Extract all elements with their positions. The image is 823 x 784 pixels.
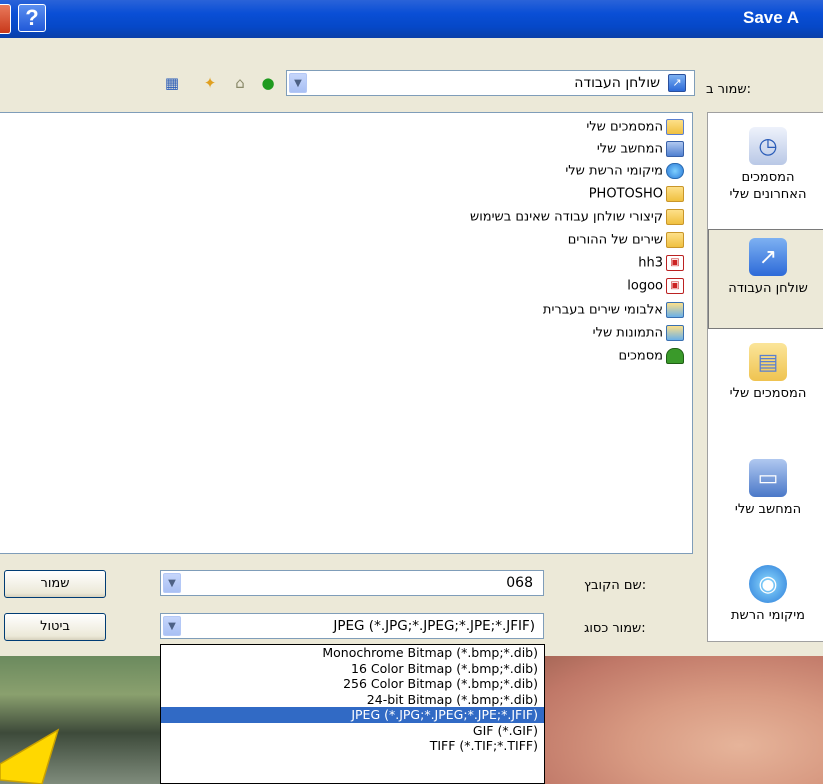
album-shortcut-icon [666, 325, 684, 341]
save-as-type-combo[interactable]: ▼ JPEG (*.JPG;*.JPEG;*.JPE;*.JFIF) [160, 613, 544, 639]
file-name-label: שם הקובץ: [584, 578, 647, 593]
pointer-arrow-icon [0, 728, 60, 784]
background-photo-right [545, 656, 823, 784]
list-item[interactable]: מסמכים [618, 348, 684, 368]
list-item[interactable]: התמונות שלי [593, 325, 684, 345]
place-network-label: מיקומי הרשת [731, 608, 805, 623]
view-menu-icon[interactable]: ▦ [162, 74, 182, 92]
place-recent-label-2: האחרונים שלי [729, 187, 807, 202]
place-desktop[interactable]: ↗ שולחן העבודה [708, 229, 823, 329]
save-in-label: שמור ב: [706, 82, 751, 97]
chevron-down-icon[interactable]: ▼ [163, 616, 181, 636]
list-item-label: אלבומי שירים בעברית [542, 302, 663, 318]
list-item-label: המחשב שלי [596, 141, 663, 157]
desktop-icon: ↗ [749, 238, 787, 276]
list-item[interactable]: קיצורי שולחן עבודה שאינם בשימוש [470, 209, 684, 229]
cancel-button[interactable]: ביטול [4, 613, 106, 641]
up-folder-icon[interactable]: ⌂ [230, 74, 250, 92]
title-bar: ? Save A [0, 0, 823, 39]
list-item-label: PHOTOSHO [588, 186, 663, 202]
place-desktop-label: שולחן העבודה [728, 281, 808, 296]
list-item-label: מיקומי הרשת שלי [565, 163, 663, 179]
new-folder-icon[interactable]: ✦ [200, 74, 220, 92]
places-bar: ◷ המסמכים האחרונים שלי ↗ שולחן העבודה ▤ … [707, 112, 823, 642]
dropdown-option[interactable]: 16 Color Bitmap (*.bmp;*.dib) [161, 661, 544, 677]
place-recent-label-1: המסמכים [741, 170, 795, 185]
folder-icon [666, 232, 684, 248]
album-shortcut-icon [666, 302, 684, 318]
recent-documents-icon: ◷ [749, 127, 787, 165]
my-computer-icon: ▭ [749, 459, 787, 497]
list-item-label: קיצורי שולחן עבודה שאינם בשימוש [470, 209, 663, 225]
file-list[interactable]: המסמכים שלי המחשב שלי מיקומי הרשת שלי PH… [0, 112, 693, 554]
close-button[interactable] [0, 4, 11, 34]
dropdown-option[interactable]: 24-bit Bitmap (*.bmp;*.dib) [161, 692, 544, 708]
list-item[interactable]: אלבומי שירים בעברית [543, 302, 684, 322]
list-item-label: שירים של ההורים [567, 232, 663, 248]
list-item[interactable]: שירים של ההורים [568, 232, 684, 252]
list-item[interactable]: המסמכים שלי [586, 119, 684, 139]
list-item[interactable]: PHOTOSHO [589, 186, 684, 206]
list-item-label: logoo [627, 278, 663, 294]
my-computer-icon [666, 141, 684, 157]
my-documents-icon [666, 119, 684, 135]
my-documents-icon: ▤ [749, 343, 787, 381]
save-in-value: שולחן העבודה [574, 75, 660, 91]
list-item[interactable]: logoo ▣ [627, 278, 684, 298]
file-type-dropdown[interactable]: Monochrome Bitmap (*.bmp;*.dib) 16 Color… [160, 644, 545, 784]
save-as-type-label: שמור כסוג: [584, 621, 646, 636]
dropdown-option-selected[interactable]: JPEG (*.JPG;*.JPEG;*.JPE;*.JFIF) [161, 707, 544, 723]
place-recent[interactable]: ◷ המסמכים האחרונים שלי [708, 127, 823, 203]
chevron-down-icon[interactable]: ▼ [289, 73, 307, 93]
back-icon[interactable]: ● [258, 74, 278, 92]
window-title: Save A [743, 8, 800, 27]
save-as-type-value: JPEG (*.JPG;*.JPEG;*.JPE;*.JFIF) [333, 618, 535, 634]
list-item-label: hh3 [638, 255, 663, 271]
save-in-combo[interactable]: ▼ ↗ שולחן העבודה [286, 70, 695, 96]
place-my-documents[interactable]: ▤ המסמכים שלי [708, 343, 823, 402]
place-my-computer[interactable]: ▭ המחשב שלי [708, 459, 823, 518]
tree-shortcut-icon [666, 348, 684, 364]
desktop-small-icon: ↗ [668, 74, 686, 92]
image-file-icon: ▣ [666, 278, 684, 294]
chevron-down-icon[interactable]: ▼ [163, 573, 181, 593]
list-item[interactable]: hh3 ▣ [638, 255, 684, 275]
list-item[interactable]: המחשב שלי [597, 141, 684, 161]
file-name-value: 068 [506, 575, 533, 591]
dropdown-option[interactable]: Monochrome Bitmap (*.bmp;*.dib) [161, 645, 544, 661]
network-places-icon: ◉ [749, 565, 787, 603]
list-item[interactable]: מיקומי הרשת שלי [565, 163, 684, 183]
folder-icon [666, 209, 684, 225]
dropdown-option[interactable]: 256 Color Bitmap (*.bmp;*.dib) [161, 676, 544, 692]
help-button[interactable]: ? [18, 4, 46, 32]
network-places-icon [666, 163, 684, 179]
save-button[interactable]: שמור [4, 570, 106, 598]
list-item-label: המסמכים שלי [586, 119, 663, 135]
folder-icon [666, 186, 684, 202]
file-name-field[interactable]: ▼ 068 [160, 570, 544, 596]
place-my-documents-label: המסמכים שלי [729, 386, 807, 401]
dropdown-option[interactable]: GIF (*.GIF) [161, 723, 544, 739]
place-my-computer-label: המחשב שלי [734, 502, 802, 517]
list-item-label: מסמכים [618, 348, 663, 364]
place-network[interactable]: ◉ מיקומי הרשת [708, 565, 823, 624]
dropdown-option[interactable]: TIFF (*.TIF;*.TIFF) [161, 738, 544, 754]
list-item-label: התמונות שלי [592, 325, 663, 341]
image-file-icon: ▣ [666, 255, 684, 271]
